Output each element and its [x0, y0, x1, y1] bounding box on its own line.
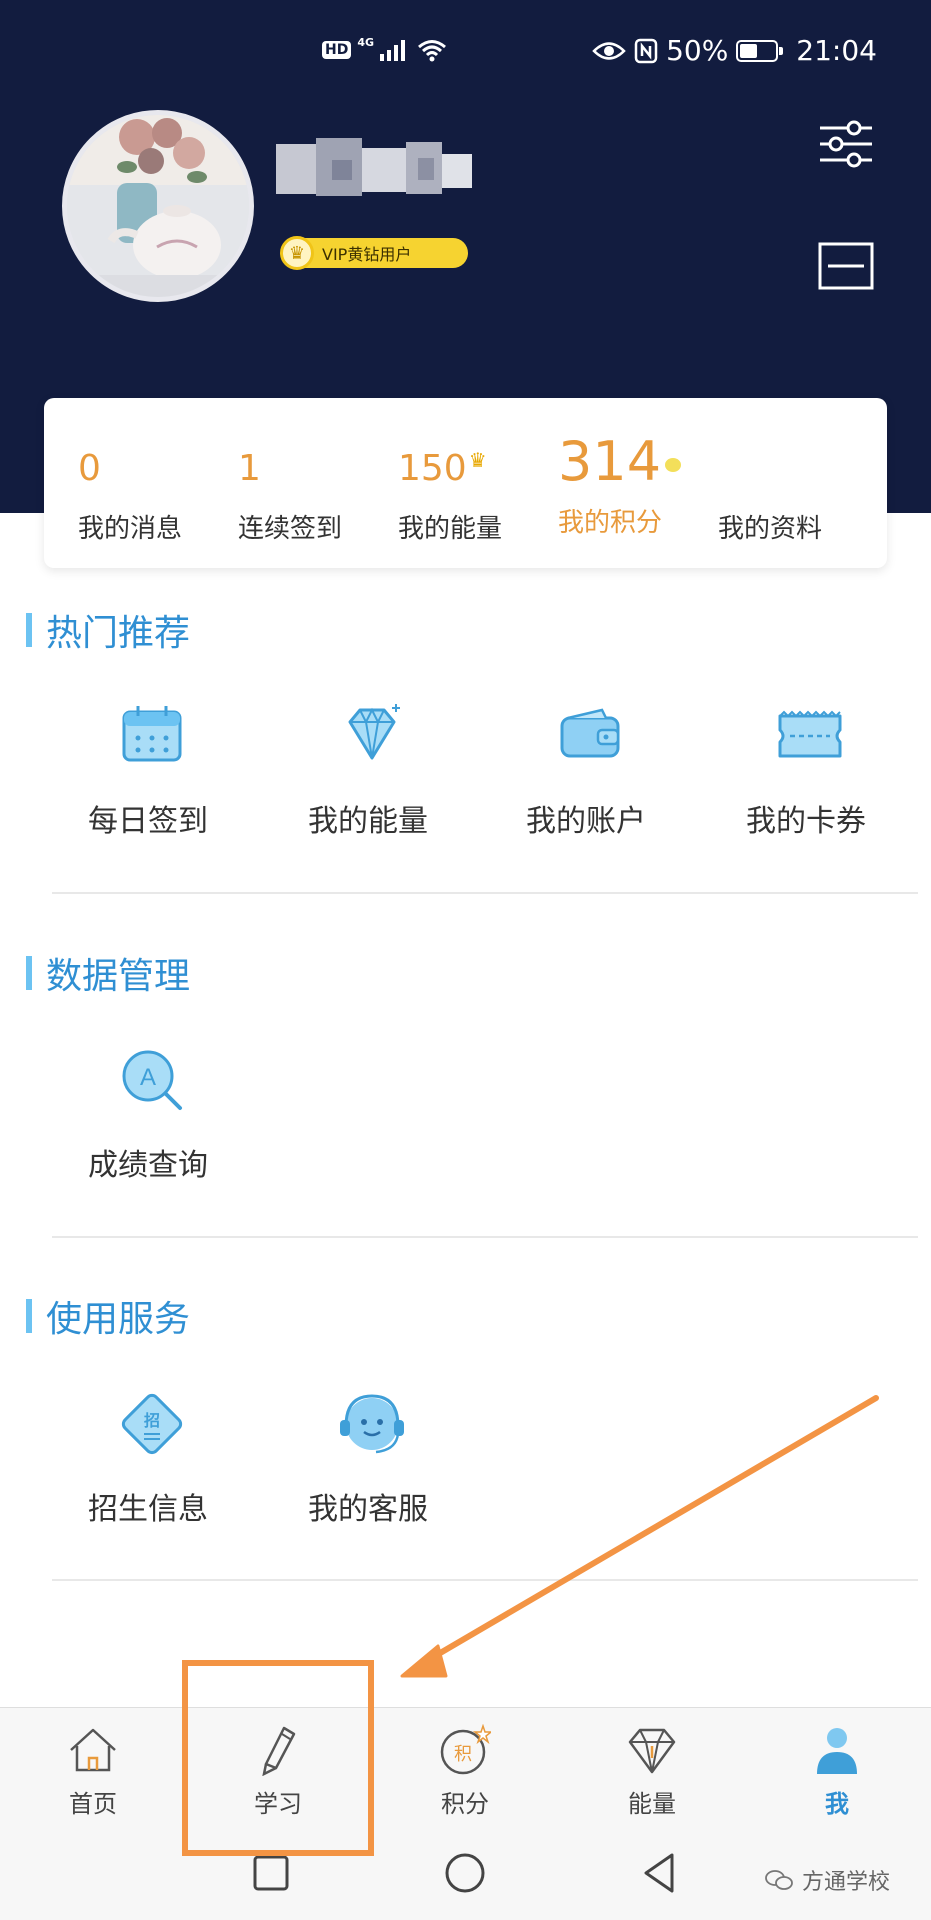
- section-title: 使用服务: [46, 1299, 191, 1340]
- tab-energy[interactable]: 能量: [592, 1708, 712, 1826]
- stat-value: 314: [558, 430, 682, 493]
- grid-item-enrollment-info[interactable]: 招 招生信息: [38, 1388, 258, 1548]
- stat-label: 我的能量: [398, 514, 503, 544]
- stat-value: 0: [78, 448, 101, 489]
- section-services: 使用服务: [26, 1296, 190, 1340]
- grade-search-icon: A: [122, 1050, 182, 1110]
- section-title: 数据管理: [46, 956, 191, 997]
- grid-item-grade-query[interactable]: A 成绩查询: [38, 1044, 258, 1204]
- points-value: 314: [558, 430, 662, 493]
- customer-service-icon: [340, 1394, 404, 1454]
- avatar-photo: [67, 115, 249, 297]
- grid-item-label: 我的账户: [526, 804, 646, 839]
- stat-value: 150 ♛: [398, 448, 487, 489]
- stats-card: 0 我的消息 1 连续签到 150 ♛ 我的能量 314 我的积分 我的资料: [44, 398, 887, 568]
- watermark-text: 方通学校: [802, 1870, 891, 1895]
- username-blurred: [276, 138, 476, 200]
- section-accent-bar: [26, 1299, 32, 1333]
- hd-badge: HD: [322, 41, 352, 59]
- diamond-icon: [348, 704, 400, 760]
- diamond-icon: [628, 1728, 676, 1774]
- grid-item-my-energy[interactable]: 我的能量: [258, 700, 478, 860]
- highlight-box: [182, 1660, 374, 1856]
- svg-text:A: A: [140, 1064, 156, 1091]
- trophy-icon: ♛: [280, 236, 314, 270]
- person-icon: [817, 1728, 857, 1774]
- section-accent-bar: [26, 956, 32, 990]
- vip-label: VIP黄钻用户: [322, 245, 412, 264]
- home-icon: [70, 1728, 116, 1772]
- back-nav-icon[interactable]: [636, 1849, 684, 1897]
- tab-label: 能量: [628, 1790, 676, 1818]
- watermark: 方通学校: [764, 1864, 890, 1896]
- section-divider: [52, 1236, 918, 1238]
- clock: 21:04: [796, 34, 877, 67]
- grid-item-customer-service[interactable]: 我的客服: [258, 1388, 478, 1548]
- grid-item-my-account[interactable]: 我的账户: [476, 700, 696, 860]
- grid-item-label: 我的能量: [308, 804, 428, 839]
- points-icon-char: 积: [454, 1744, 472, 1765]
- tab-points[interactable]: 积 积分: [405, 1708, 525, 1826]
- svg-text:招: 招: [144, 1411, 160, 1430]
- coin-icon: [665, 458, 682, 473]
- section-divider: [52, 1579, 918, 1581]
- section-hot-recommend: 热门推荐: [26, 610, 190, 654]
- tab-home[interactable]: 首页: [33, 1708, 153, 1826]
- grid-item-label: 我的客服: [308, 1492, 428, 1527]
- section-accent-bar: [26, 613, 32, 647]
- wifi-icon: [418, 40, 446, 62]
- stat-label: 连续签到: [238, 514, 343, 544]
- battery-percent: 50%: [666, 34, 729, 67]
- wallet-icon: [560, 708, 620, 758]
- tab-me[interactable]: 我: [777, 1708, 897, 1826]
- settings-sliders-icon[interactable]: [818, 118, 874, 170]
- ticket-icon: [778, 710, 842, 758]
- grid-item-label: 招生信息: [88, 1492, 208, 1527]
- calendar-icon: [122, 706, 182, 762]
- stat-label: 我的积分: [558, 508, 663, 538]
- vip-badge: ♛ VIP黄钻用户: [280, 236, 468, 270]
- energy-value: 150: [398, 448, 467, 489]
- battery-icon: [736, 39, 784, 62]
- stat-label: 我的消息: [78, 514, 183, 544]
- battery-fill: [740, 43, 757, 58]
- status-bar: HD 4G 50% 21:04: [0, 30, 931, 80]
- grid-item-my-coupons[interactable]: 我的卡券: [696, 700, 916, 860]
- recent-apps-icon[interactable]: [247, 1849, 295, 1897]
- grid-item-label: 每日签到: [88, 804, 208, 839]
- network-type: 4G: [357, 35, 375, 49]
- grid-item-label: 成绩查询: [88, 1148, 208, 1183]
- stat-label: 我的资料: [718, 514, 823, 544]
- avatar[interactable]: [62, 110, 254, 302]
- bottom-tab-bar: 首页 学习 积 积分 能量 我: [0, 1707, 931, 1825]
- points-icon: 积: [440, 1724, 491, 1775]
- network-indicators: HD 4G: [322, 35, 447, 62]
- grid-item-daily-checkin[interactable]: 每日签到: [38, 700, 258, 860]
- home-nav-icon[interactable]: [441, 1849, 489, 1897]
- grid-item-label: 我的卡券: [746, 804, 866, 839]
- section-data-management: 数据管理: [26, 953, 190, 997]
- scan-icon[interactable]: [818, 240, 874, 292]
- trophy-icon: ♛: [468, 448, 487, 472]
- section-title: 热门推荐: [46, 613, 191, 654]
- tab-label: 积分: [441, 1790, 489, 1818]
- eye-icon: [592, 41, 626, 60]
- nfc-icon: [634, 38, 658, 63]
- tab-label: 我: [825, 1790, 849, 1818]
- stat-value: 1: [238, 448, 261, 489]
- system-indicators: 50% 21:04: [592, 34, 877, 67]
- section-divider: [52, 892, 918, 894]
- signal-icon: [380, 39, 406, 61]
- enrollment-icon: 招: [121, 1393, 183, 1455]
- tab-label: 首页: [69, 1790, 117, 1818]
- wechat-icon: [765, 1870, 793, 1890]
